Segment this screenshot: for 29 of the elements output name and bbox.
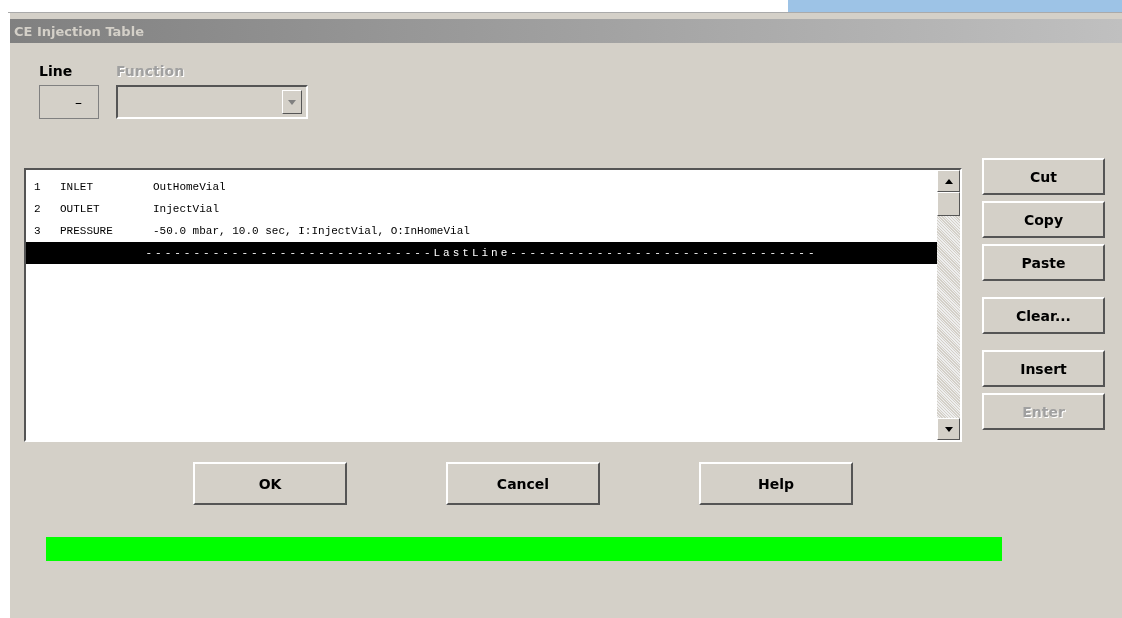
row-number: 1 [33,181,42,193]
row-function: PRESSURE [60,225,114,237]
side-button[interactable]: Insert [982,350,1105,387]
table-row[interactable]: 2 OUTLET InjectVial [26,198,937,220]
dialog-button[interactable]: Help [699,462,853,505]
dialog-button[interactable]: OK [193,462,347,505]
scroll-down-icon[interactable] [937,418,960,440]
table-row[interactable]: 3 PRESSURE -50.0 mbar, 10.0 sec, I:InjectVial, O:InHomeVial [26,220,937,242]
function-dropdown[interactable] [116,85,308,119]
table-row[interactable]: 1 INLET OutHomeVial [26,176,937,198]
row-parameters: -50.0 mbar, 10.0 sec, I:InjectVial, O:InHomeVial [153,225,470,237]
scroll-up-icon[interactable] [937,170,960,192]
vertical-scrollbar[interactable] [937,170,960,440]
scroll-thumb[interactable] [937,192,960,216]
window-title: CE Injection Table [14,23,144,39]
dialog-button[interactable]: Cancel [446,462,600,505]
row-function: INLET [60,181,94,193]
line-field[interactable]: – [39,85,99,119]
row-number: 3 [33,225,42,237]
side-button[interactable]: Cut [982,158,1105,195]
side-button[interactable]: Copy [982,201,1105,238]
side-button[interactable]: Paste [982,244,1105,281]
side-button[interactable]: Clear... [982,297,1105,334]
line-label: Line [39,63,74,79]
last-line-row[interactable]: ------------------------------LastLine-------------------------------- [26,242,937,264]
row-parameters: OutHomeVial [153,181,226,193]
row-parameters: InjectVial [153,203,219,215]
row-function: OUTLET [60,203,101,215]
row-number: 2 [33,203,42,215]
